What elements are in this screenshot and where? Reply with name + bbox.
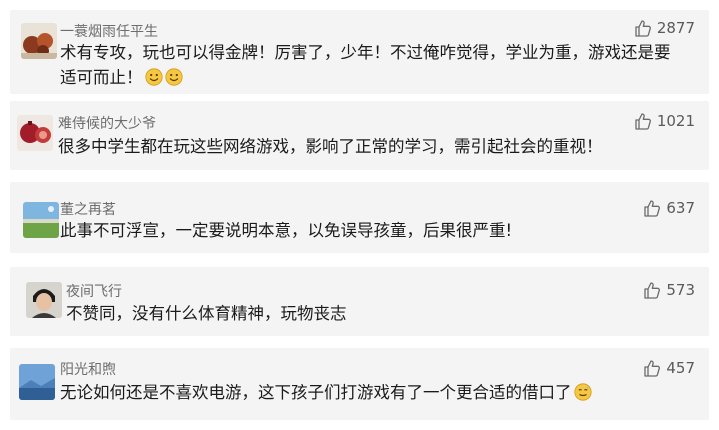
like-count: 1021 [656,112,695,130]
comment-body: 无论如何还是不喜欢电游，这下孩子们打游戏有了一个更合适的借口了 [60,383,572,402]
comment-text: 很多中学生都在玩这些网络游戏，影响了正常的学习，需引起社会的重视！ [58,134,698,159]
comment-card: 夜间飞行 573 不赞同，没有什么体育精神，玩物丧志 [10,267,709,336]
avatar[interactable] [26,282,62,318]
avatar[interactable] [21,23,57,59]
portrait-photo-icon [26,282,62,318]
avatar[interactable] [23,202,59,238]
comment-text: 无论如何还是不喜欢电游，这下孩子们打游戏有了一个更合适的借口了 [60,380,700,405]
like-button[interactable]: 637 [644,199,695,217]
comment-body: 不赞同，没有什么体育精神，玩物丧志 [66,304,347,323]
like-count: 637 [666,199,695,217]
comment-body: 很多中学生都在玩这些网络游戏，影响了正常的学习，需引起社会的重视！ [58,137,603,156]
comment-card: 难侍候的大少爷 1021 很多中学生都在玩这些网络游戏，影响了正常的学习，需引起… [10,101,709,170]
comment-username[interactable]: 夜间飞行 [66,281,122,301]
like-button[interactable]: 573 [644,281,695,299]
fruit-photo-icon [21,23,57,59]
comment-username[interactable]: 难侍候的大少爷 [58,113,156,133]
thumbs-up-icon [644,281,661,299]
like-button[interactable]: 2877 [635,19,695,37]
thumbs-up-icon [635,19,651,37]
like-button[interactable]: 457 [644,359,695,377]
thumbs-up-icon [644,199,661,217]
landscape-photo-icon [23,202,59,238]
sky-photo-icon [19,364,55,400]
smile-emoji [164,68,183,86]
comment-username[interactable]: 阳光和煦 [60,359,116,379]
comment-body: 此事不可浮宣，一定要说明本意，以免误导孩童，后果很严重! [60,221,513,240]
comment-card: 阳光和煦 457 无论如何还是不喜欢电游，这下孩子们打游戏有了一个更合适的借口了 [10,348,709,420]
comment-card: 董之再茗 637 此事不可浮宣，一定要说明本意，以免误导孩童，后果很严重! [10,182,709,253]
comment-text: 此事不可浮宣，一定要说明本意，以免误导孩童，后果很严重! [60,218,680,243]
awkward-smile-emoji [573,383,592,401]
thumbs-up-icon [644,359,661,377]
smile-emoji [144,68,163,86]
like-count: 2877 [656,19,695,37]
comment-username[interactable]: 一蓑烟雨任平生 [60,21,158,41]
like-count: 573 [666,281,695,299]
pomegranate-photo-icon [17,115,53,151]
like-button[interactable]: 1021 [635,112,695,130]
comment-card: 一蓑烟雨任平生 2877 术有专攻，玩也可以得金牌！厉害了，少年！不过俺咋觉得，… [10,10,709,94]
comment-list: 一蓑烟雨任平生 2877 术有专攻，玩也可以得金牌！厉害了，少年！不过俺咋觉得，… [0,0,719,430]
comment-text: 不赞同，没有什么体育精神，玩物丧志 [66,301,666,326]
like-count: 457 [666,359,695,377]
thumbs-up-icon [635,112,651,130]
comment-username[interactable]: 董之再茗 [60,199,116,219]
avatar[interactable] [17,115,53,151]
comment-text: 术有专攻，玩也可以得金牌！厉害了，少年！不过俺咋觉得，学业为重，游戏还是要适可而… [60,40,680,90]
avatar[interactable] [19,364,55,400]
